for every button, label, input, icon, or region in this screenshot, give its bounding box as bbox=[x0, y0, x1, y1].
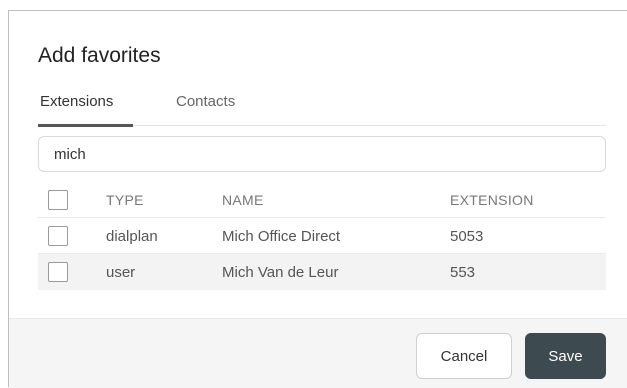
row-type: dialplan bbox=[106, 228, 158, 245]
table-row[interactable]: dialplan Mich Office Direct 5053 bbox=[38, 218, 606, 254]
add-favorites-dialog: Add favorites Extensions Contacts TYPE N… bbox=[8, 10, 627, 388]
row-name: Mich Office Direct bbox=[222, 228, 341, 245]
dialog-footer: Cancel Save bbox=[9, 318, 627, 388]
tab-extensions[interactable]: Extensions bbox=[40, 93, 113, 110]
select-all-checkbox[interactable] bbox=[48, 190, 68, 210]
column-header-extension: EXTENSION bbox=[450, 192, 534, 208]
column-header-name: NAME bbox=[222, 192, 264, 208]
dialog-title: Add favorites bbox=[38, 44, 161, 67]
row-checkbox[interactable] bbox=[48, 226, 68, 246]
table-header-row: TYPE NAME EXTENSION bbox=[38, 182, 606, 218]
row-checkbox[interactable] bbox=[48, 262, 68, 282]
save-button[interactable]: Save bbox=[525, 333, 606, 379]
active-tab-indicator bbox=[38, 124, 133, 127]
row-type: user bbox=[106, 264, 136, 281]
results-table: TYPE NAME EXTENSION dialplan Mich Office… bbox=[38, 182, 606, 290]
tab-bar: Extensions Contacts bbox=[38, 88, 606, 127]
row-extension: 553 bbox=[450, 264, 476, 281]
row-name: Mich Van de Leur bbox=[222, 264, 339, 281]
search-input[interactable] bbox=[38, 136, 606, 172]
cancel-button[interactable]: Cancel bbox=[416, 333, 512, 379]
row-extension: 5053 bbox=[450, 228, 484, 245]
table-row[interactable]: user Mich Van de Leur 553 bbox=[38, 254, 606, 290]
column-header-type: TYPE bbox=[106, 192, 144, 208]
tab-contacts[interactable]: Contacts bbox=[176, 93, 235, 110]
